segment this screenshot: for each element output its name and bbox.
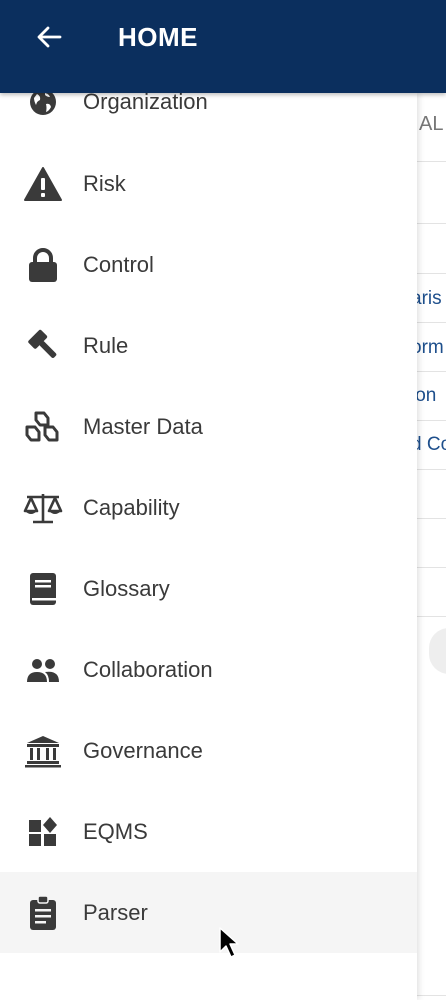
nav-label: Master Data	[83, 413, 203, 439]
mouse-cursor-icon	[219, 927, 239, 958]
nav-item-organization[interactable]: Organization	[0, 93, 417, 142]
page-title: HOME	[118, 22, 198, 52]
nav-label: Rule	[83, 332, 129, 358]
cubes-icon	[22, 406, 64, 448]
nav-item-rule[interactable]: Rule	[0, 305, 417, 386]
nav-item-control[interactable]: Control	[0, 224, 417, 305]
widgets-icon	[22, 811, 64, 853]
nav-label: Control	[83, 251, 154, 277]
table-cell[interactable]: aris	[417, 288, 442, 310]
nav-label: Risk	[83, 170, 126, 196]
background-chip[interactable]	[429, 628, 446, 674]
gavel-icon	[22, 325, 64, 367]
nav-item-master-data[interactable]: Master Data	[0, 386, 417, 467]
table-cell[interactable]: ion	[417, 385, 436, 407]
warning-icon	[22, 163, 64, 205]
nav-label: Parser	[83, 899, 148, 925]
back-button[interactable]	[28, 20, 70, 54]
nav-item-eqms[interactable]: EQMS	[0, 791, 417, 872]
globe-icon	[22, 93, 64, 123]
background-table-area: AL aris orm ion d Co	[417, 93, 446, 1000]
balance-scale-icon	[22, 487, 64, 529]
book-icon	[22, 568, 64, 610]
table-cell[interactable]: d Co	[417, 434, 446, 456]
nav-label: Governance	[83, 737, 203, 763]
people-icon	[22, 649, 64, 691]
clipboard-icon	[22, 892, 64, 934]
institution-icon	[22, 730, 64, 772]
nav-label: EQMS	[83, 818, 148, 844]
nav-item-glossary[interactable]: Glossary	[0, 548, 417, 629]
nav-item-capability[interactable]: Capability	[0, 467, 417, 548]
nav-label: Organization	[83, 93, 208, 114]
arrow-left-icon	[37, 26, 62, 48]
nav-item-governance[interactable]: Governance	[0, 710, 417, 791]
lock-icon	[22, 244, 64, 286]
nav-item-risk[interactable]: Risk	[0, 143, 417, 224]
nav-item-parser[interactable]: Parser	[0, 872, 417, 953]
navigation-drawer: Organization Risk Control Rule Master Da…	[0, 93, 417, 1000]
table-cell[interactable]: orm	[417, 337, 444, 359]
nav-label: Capability	[83, 494, 180, 520]
app-header: HOME	[0, 0, 446, 93]
nav-label: Collaboration	[83, 656, 213, 682]
nav-item-collaboration[interactable]: Collaboration	[0, 629, 417, 710]
background-tab[interactable]: AL	[419, 113, 443, 136]
nav-label: Glossary	[83, 575, 170, 601]
